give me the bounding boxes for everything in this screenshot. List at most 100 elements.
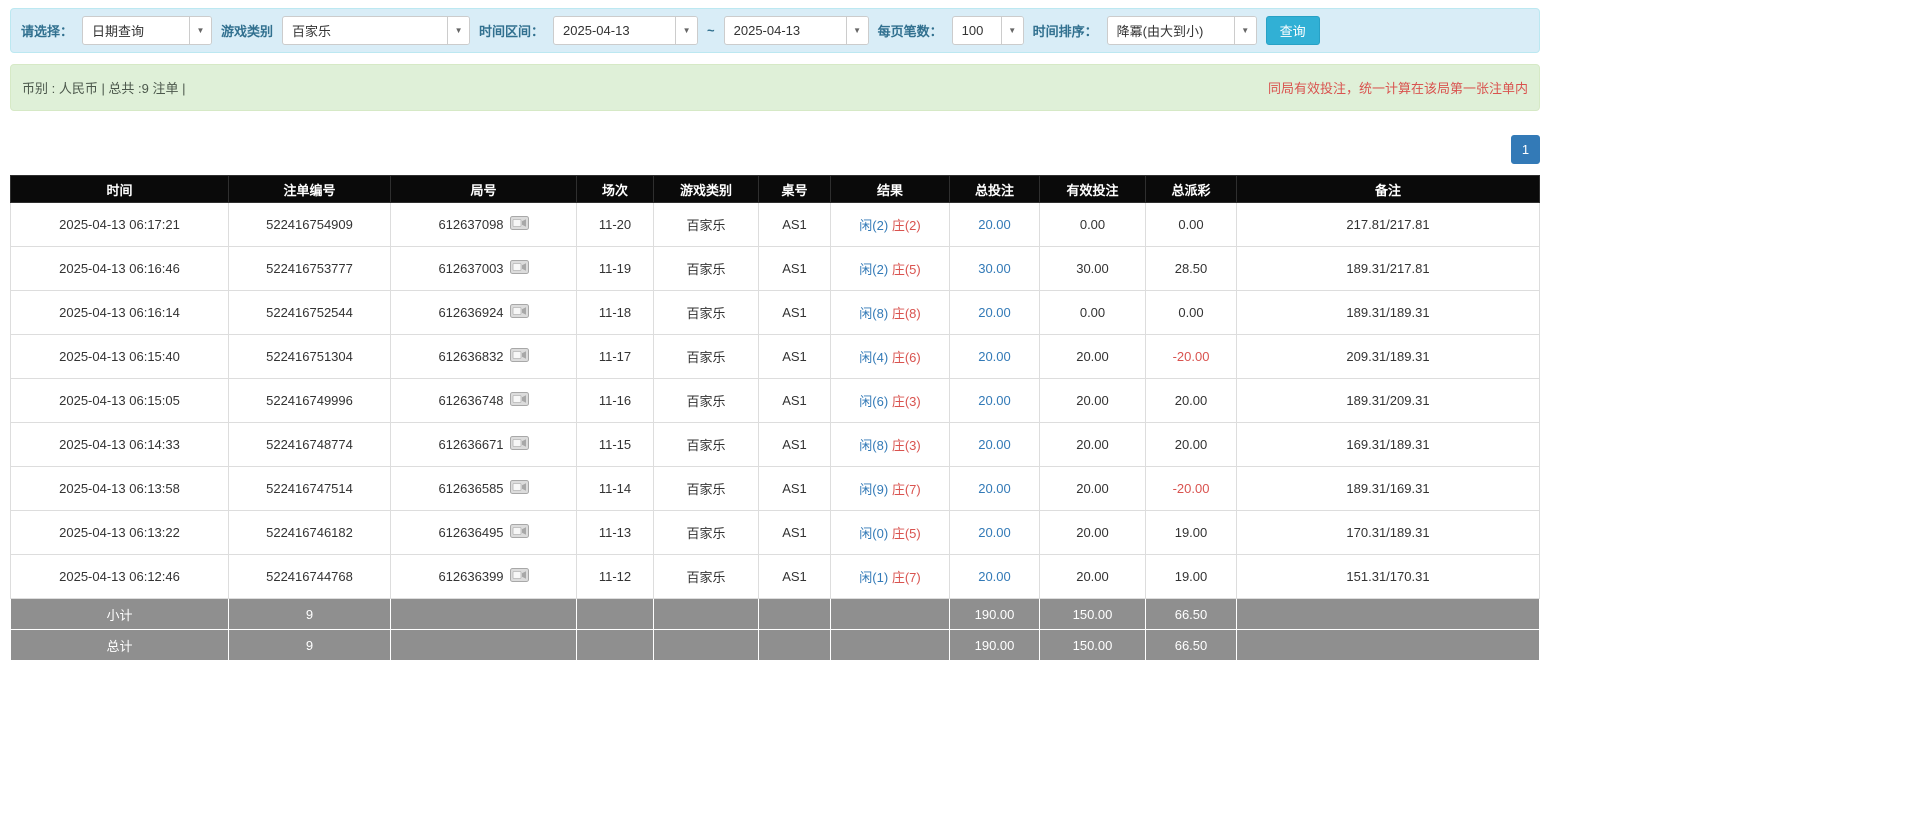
cell-game-type: 百家乐 — [654, 555, 759, 599]
cell-game-type: 百家乐 — [654, 379, 759, 423]
cell-session: 11-14 — [577, 467, 654, 511]
cell-valid-bet: 0.00 — [1040, 291, 1146, 335]
cell-table-number: AS1 — [759, 379, 831, 423]
query-type-select[interactable]: 日期查询 ▼ — [82, 16, 212, 45]
cell-bet-number: 522416753777 — [229, 247, 391, 291]
cell-bet-number: 522416744768 — [229, 555, 391, 599]
cell-bet-number: 522416754909 — [229, 203, 391, 247]
cell-note: 170.31/189.31 — [1237, 511, 1540, 555]
video-replay-icon[interactable] — [510, 436, 529, 453]
table-row: 2025-04-13 06:17:21522416754909612637098… — [11, 203, 1540, 247]
cell-session: 11-12 — [577, 555, 654, 599]
cell-total-bet[interactable]: 20.00 — [950, 379, 1040, 423]
cell-payout: 19.00 — [1146, 511, 1237, 555]
cell-bet-number: 522416751304 — [229, 335, 391, 379]
result-player: 闲(4) — [859, 350, 888, 365]
column-header: 结果 — [831, 176, 950, 203]
cell-total-bet[interactable]: 20.00 — [950, 291, 1040, 335]
cell-payout: 28.50 — [1146, 247, 1237, 291]
cell-table-number: AS1 — [759, 247, 831, 291]
cell-session: 11-17 — [577, 335, 654, 379]
cell-game-type: 百家乐 — [654, 203, 759, 247]
result-banker: 庄(2) — [892, 218, 921, 233]
column-header: 注单编号 — [229, 176, 391, 203]
cell-table-number: AS1 — [759, 203, 831, 247]
cell-total-bet[interactable]: 20.00 — [950, 203, 1040, 247]
cell-total-bet[interactable]: 20.00 — [950, 335, 1040, 379]
cell-bet-number: 522416746182 — [229, 511, 391, 555]
video-replay-icon[interactable] — [510, 216, 529, 233]
page-1-button[interactable]: 1 — [1511, 135, 1540, 164]
cell-session: 11-19 — [577, 247, 654, 291]
chevron-down-icon: ▼ — [846, 17, 868, 44]
table-row: 2025-04-13 06:15:40522416751304612636832… — [11, 335, 1540, 379]
result-banker: 庄(6) — [892, 350, 921, 365]
result-player: 闲(8) — [859, 306, 888, 321]
cell-total-bet[interactable]: 20.00 — [950, 511, 1040, 555]
cell-session: 11-20 — [577, 203, 654, 247]
query-button[interactable]: 查询 — [1266, 16, 1320, 45]
result-banker: 庄(5) — [892, 526, 921, 541]
video-replay-icon[interactable] — [510, 392, 529, 409]
cell-total-bet[interactable]: 20.00 — [950, 423, 1040, 467]
cell-valid-bet: 0.00 — [1040, 203, 1146, 247]
cell-valid-bet: 20.00 — [1040, 511, 1146, 555]
cell-note: 217.81/217.81 — [1237, 203, 1540, 247]
cell-time: 2025-04-13 06:13:22 — [11, 511, 229, 555]
cell-round-number: 612636495 — [391, 511, 577, 555]
cell-payout: 0.00 — [1146, 291, 1237, 335]
video-replay-icon[interactable] — [510, 480, 529, 497]
cell-result: 闲(2) 庄(5) — [831, 247, 950, 291]
cell-round-number: 612636399 — [391, 555, 577, 599]
result-player: 闲(2) — [859, 262, 888, 277]
date-to-select[interactable]: 2025-04-13 ▼ — [724, 16, 869, 45]
cell-valid-bet: 20.00 — [1040, 467, 1146, 511]
video-replay-icon[interactable] — [510, 348, 529, 365]
summary-valid-bet: 150.00 — [1040, 599, 1146, 630]
cell-total-bet[interactable]: 30.00 — [950, 247, 1040, 291]
table-row: 2025-04-13 06:13:22522416746182612636495… — [11, 511, 1540, 555]
video-replay-icon[interactable] — [510, 304, 529, 321]
cell-payout: 0.00 — [1146, 203, 1237, 247]
cell-total-bet[interactable]: 20.00 — [950, 555, 1040, 599]
chevron-down-icon: ▼ — [447, 17, 469, 44]
cell-table-number: AS1 — [759, 511, 831, 555]
result-player: 闲(9) — [859, 482, 888, 497]
game-type-value: 百家乐 — [283, 17, 447, 44]
date-from-select[interactable]: 2025-04-13 ▼ — [553, 16, 698, 45]
cell-round-number: 612636832 — [391, 335, 577, 379]
table-footer: 小计9190.00150.0066.50总计9190.00150.0066.50 — [11, 599, 1540, 661]
cell-note: 151.31/170.31 — [1237, 555, 1540, 599]
table-row: 2025-04-13 06:15:05522416749996612636748… — [11, 379, 1540, 423]
page-size-select[interactable]: 100 ▼ — [952, 16, 1024, 45]
date-from-value: 2025-04-13 — [554, 17, 675, 44]
cell-result: 闲(0) 庄(5) — [831, 511, 950, 555]
cell-result: 闲(6) 庄(3) — [831, 379, 950, 423]
cell-total-bet[interactable]: 20.00 — [950, 467, 1040, 511]
game-type-select[interactable]: 百家乐 ▼ — [282, 16, 470, 45]
summary-total-bet: 190.00 — [950, 599, 1040, 630]
cell-payout: 20.00 — [1146, 379, 1237, 423]
cell-time: 2025-04-13 06:13:58 — [11, 467, 229, 511]
sort-select[interactable]: 降冪(由大到小) ▼ — [1107, 16, 1257, 45]
cell-time: 2025-04-13 06:15:05 — [11, 379, 229, 423]
result-player: 闲(1) — [859, 570, 888, 585]
result-player: 闲(8) — [859, 438, 888, 453]
cell-table-number: AS1 — [759, 291, 831, 335]
currency-summary-text: 币别 : 人民币 | 总共 :9 注单 | — [22, 78, 186, 97]
valid-bet-notice-text: 同局有效投注，统一计算在该局第一张注单内 — [1268, 78, 1528, 97]
summary-row: 小计9190.00150.0066.50 — [11, 599, 1540, 630]
cell-time: 2025-04-13 06:12:46 — [11, 555, 229, 599]
column-header: 时间 — [11, 176, 229, 203]
column-header: 备注 — [1237, 176, 1540, 203]
cell-table-number: AS1 — [759, 423, 831, 467]
column-header: 场次 — [577, 176, 654, 203]
result-player: 闲(2) — [859, 218, 888, 233]
sort-value: 降冪(由大到小) — [1108, 17, 1234, 44]
video-replay-icon[interactable] — [510, 568, 529, 585]
summary-label: 小计 — [11, 599, 229, 630]
video-replay-icon[interactable] — [510, 524, 529, 541]
cell-result: 闲(8) 庄(8) — [831, 291, 950, 335]
cell-payout: 19.00 — [1146, 555, 1237, 599]
video-replay-icon[interactable] — [510, 260, 529, 277]
